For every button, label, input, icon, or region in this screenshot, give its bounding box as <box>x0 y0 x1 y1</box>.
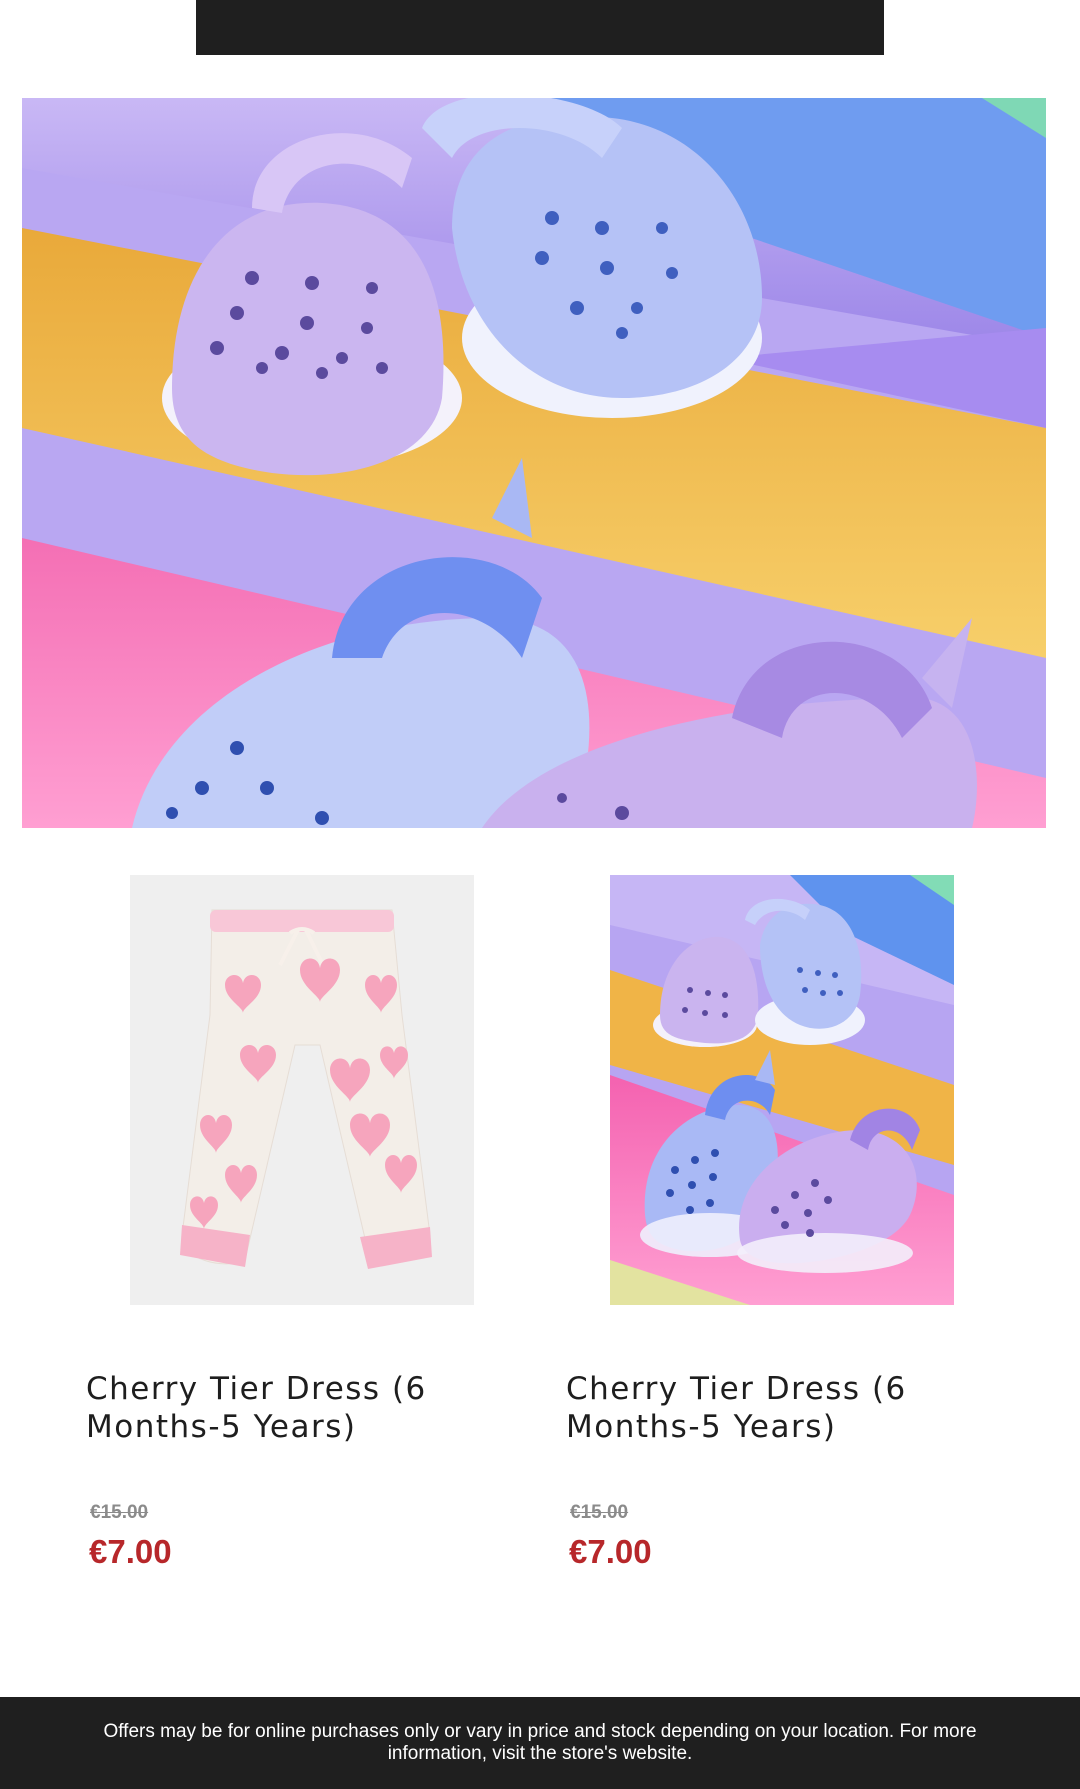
original-price: €15.00 <box>570 1502 629 1523</box>
sale-price: €7.00 <box>569 1533 652 1570</box>
top-header-bar <box>196 0 884 55</box>
product-image-heart-joggers[interactable] <box>130 875 474 1305</box>
product-image-clogs[interactable] <box>610 875 954 1305</box>
sale-price: €7.00 <box>89 1533 172 1570</box>
original-price: €15.00 <box>90 1502 149 1523</box>
footer-disclaimer-bar: Offers may be for online purchases only … <box>0 1697 1080 1789</box>
product-title[interactable]: Cherry Tier Dress (6 Months-5 Years) <box>86 1370 486 1446</box>
footer-disclaimer-text: Offers may be for online purchases only … <box>103 1721 977 1764</box>
product-title[interactable]: Cherry Tier Dress (6 Months-5 Years) <box>566 1370 966 1446</box>
hero-banner-image[interactable] <box>22 98 1046 828</box>
